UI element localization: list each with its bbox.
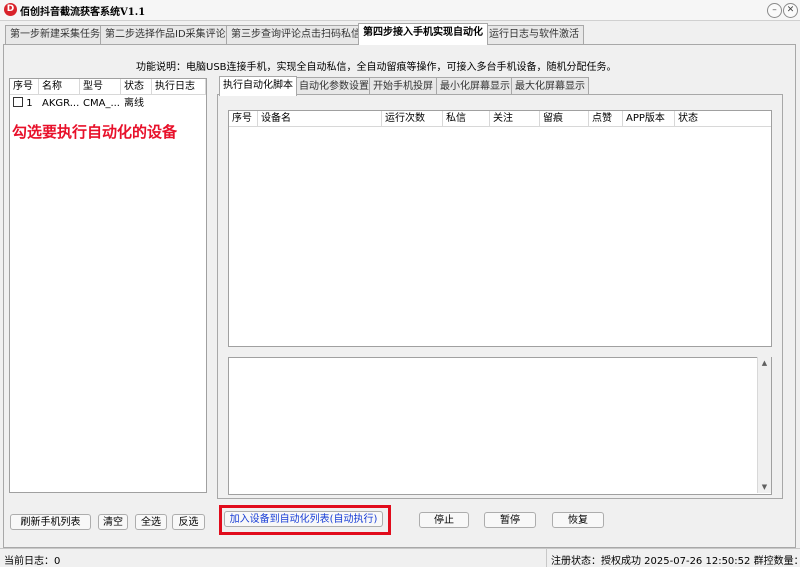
resume-button[interactable]: 恢复	[552, 512, 604, 528]
status-bar: 当前日志：0 注册状态：授权成功 2025-07-26 12:50:52 群控数…	[0, 548, 800, 567]
col-private-message[interactable]: 私信	[443, 111, 490, 127]
invert-selection-button[interactable]: 反选	[172, 514, 205, 530]
tab-minimize-screen[interactable]: 最小化屏幕显示	[436, 77, 514, 95]
app-logo-icon: D	[4, 3, 17, 16]
col-device-name[interactable]: 设备名	[258, 111, 382, 127]
tab-maximize-screen[interactable]: 最大化屏幕显示	[511, 77, 589, 95]
tab-step3[interactable]: 第三步查询评论点击扫码私信	[226, 25, 366, 44]
window-title: 佰创抖音截流获客系统V1.1	[20, 7, 146, 18]
clear-button[interactable]: 清空	[98, 514, 128, 530]
row-index-cell[interactable]: 1	[11, 96, 39, 112]
col-status[interactable]: 状态	[121, 79, 152, 95]
stop-button[interactable]: 停止	[419, 512, 469, 528]
col-index[interactable]: 序号	[10, 79, 39, 95]
tab-logs-activation[interactable]: 运行日志与软件激活	[484, 25, 584, 44]
row-index: 1	[26, 98, 33, 109]
current-log-count: 当前日志：0	[4, 556, 61, 567]
tab-run-script[interactable]: 执行自动化脚本	[219, 76, 297, 96]
col-model[interactable]: 型号	[80, 79, 121, 95]
scroll-up-icon[interactable]: ▲	[758, 357, 771, 369]
tab-step1[interactable]: 第一步新建采集任务	[5, 25, 105, 44]
col-trace[interactable]: 留痕	[540, 111, 589, 127]
col-run-count[interactable]: 运行次数	[382, 111, 443, 127]
pause-button[interactable]: 暂停	[484, 512, 536, 528]
col-follow[interactable]: 关注	[490, 111, 540, 127]
select-device-hint: 勾选要执行自动化的设备	[12, 123, 178, 141]
tab-auto-params[interactable]: 自动化参数设置	[295, 77, 373, 95]
title-bar: D 佰创抖音截流获客系统V1.1 – ✕	[0, 0, 800, 21]
row-model: CMA_...	[83, 98, 120, 109]
close-icon[interactable]: ✕	[783, 3, 798, 18]
table-row[interactable]: 1 AKGR... CMA_... 离线	[10, 96, 206, 112]
row-log	[152, 96, 206, 112]
tab-step2[interactable]: 第二步选择作品ID采集评论	[100, 25, 231, 44]
col-like[interactable]: 点赞	[589, 111, 623, 127]
scroll-down-icon[interactable]: ▼	[758, 481, 771, 493]
col-index[interactable]: 序号	[229, 111, 258, 127]
col-name[interactable]: 名称	[39, 79, 80, 95]
col-app-version[interactable]: APP版本	[623, 111, 675, 127]
row-name: AKGR...	[42, 98, 80, 109]
refresh-phone-list-button[interactable]: 刷新手机列表	[10, 514, 91, 530]
tab-start-mirroring[interactable]: 开始手机投屏	[369, 77, 437, 95]
log-scrollbar[interactable]: ▲ ▼	[757, 357, 771, 493]
highlight-box	[219, 505, 391, 535]
log-textbox[interactable]	[228, 357, 772, 495]
device-checkbox[interactable]	[13, 97, 23, 107]
col-log[interactable]: 执行日志	[152, 79, 206, 95]
select-all-button[interactable]: 全选	[135, 514, 167, 530]
status-divider	[546, 549, 547, 567]
row-status: 离线	[124, 98, 144, 109]
col-state[interactable]: 状态	[675, 111, 771, 127]
registration-status: 注册状态：授权成功 2025-07-26 12:50:52 群控数量：6台	[551, 556, 800, 567]
minimize-icon[interactable]: –	[767, 3, 782, 18]
automation-table[interactable]: 序号 设备名 运行次数 私信 关注 留痕 点赞 APP版本 状态	[228, 110, 772, 347]
function-description: 功能说明：电脑USB连接手机，实现全自动私信，全自动留痕等操作，可接入多台手机设…	[136, 62, 617, 73]
tab-step4[interactable]: 第四步接入手机实现自动化	[358, 23, 488, 45]
